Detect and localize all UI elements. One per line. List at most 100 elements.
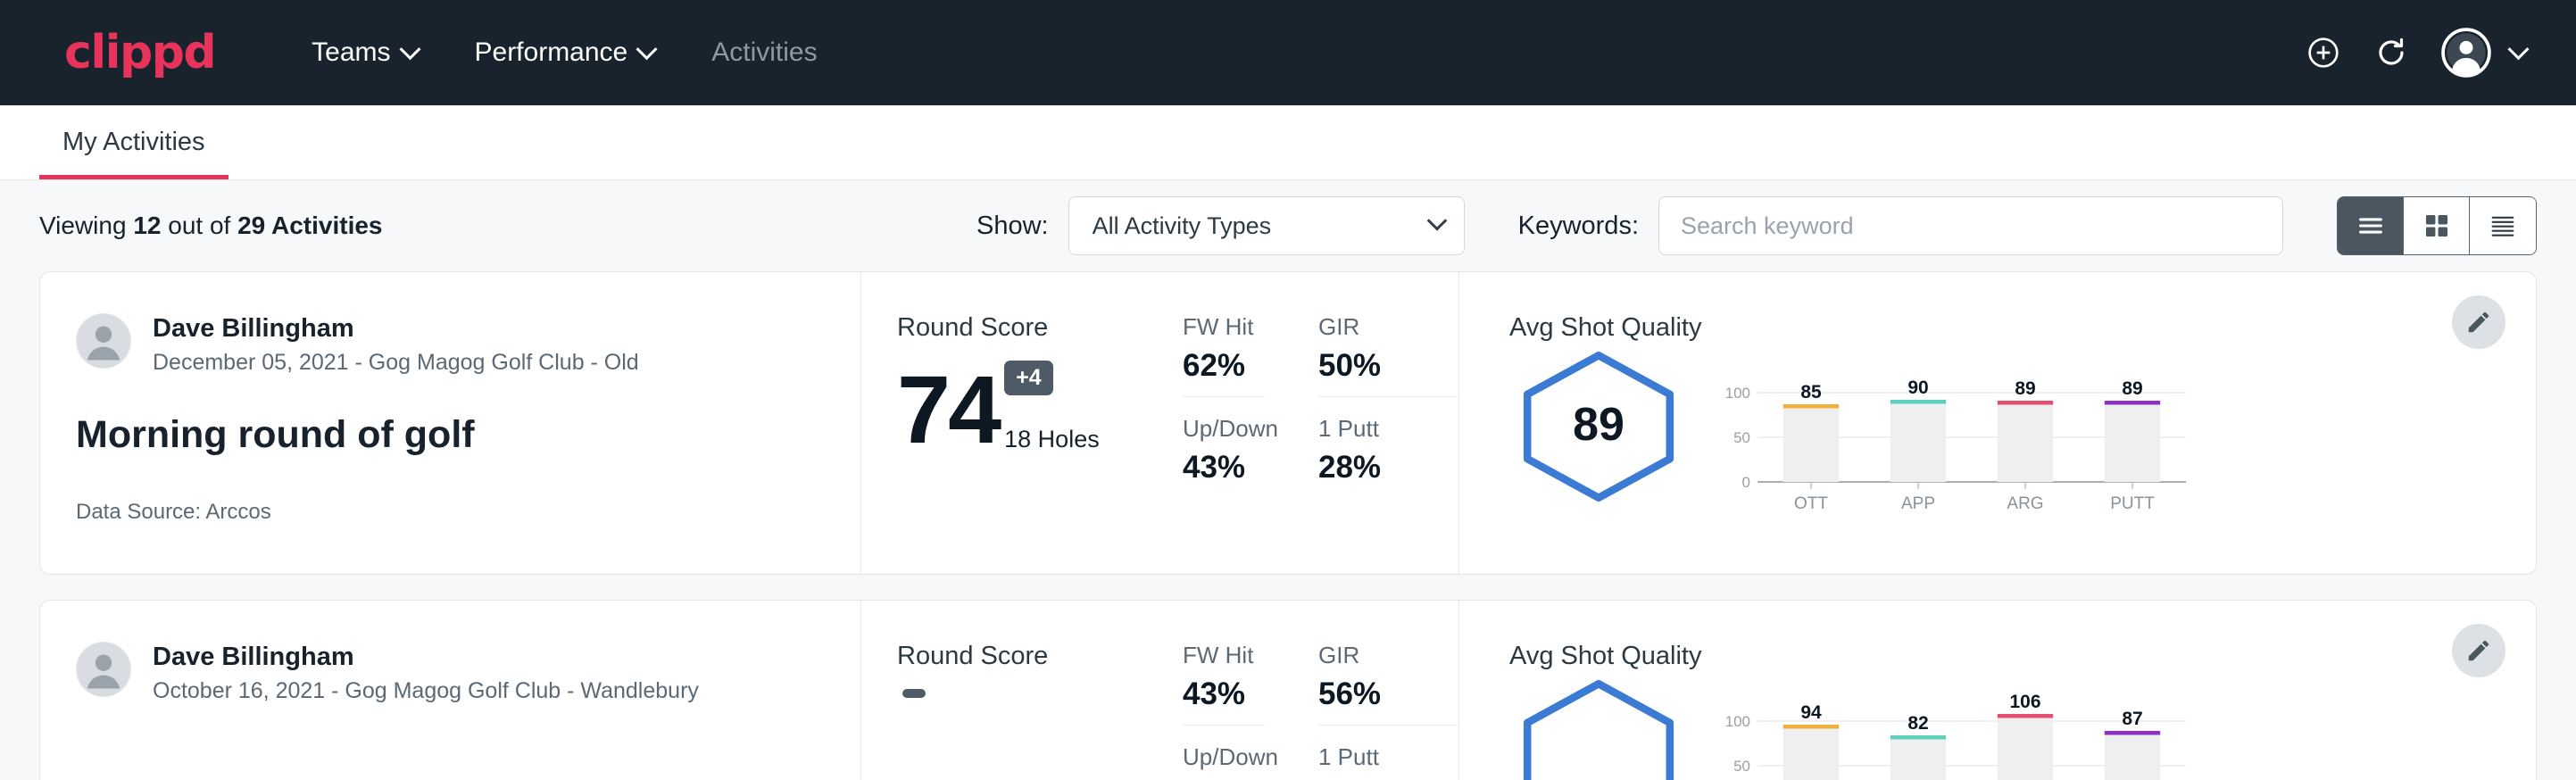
viewing-mid: out of [161, 212, 237, 239]
keywords-label: Keywords: [1518, 212, 1639, 241]
view-mode-toggle [2337, 196, 2537, 255]
edit-activity-button[interactable] [2452, 624, 2505, 677]
activity-user-name: Dave Billingham [153, 642, 699, 672]
avatar [76, 313, 131, 369]
hexagon-icon [1514, 676, 1683, 780]
tab-my-activities[interactable]: My Activities [39, 128, 229, 179]
activity-card[interactable]: Dave Billingham December 05, 2021 - Gog … [39, 271, 2537, 575]
activity-data-source: Data Source: Arccos [76, 500, 825, 525]
compact-list-icon [2488, 211, 2518, 241]
round-score-panel: Round Score [861, 601, 1174, 780]
chevron-down-icon [1426, 211, 1447, 231]
viewing-count-text: Viewing 12 out of 29 Activities [39, 212, 383, 240]
stat-value: 62% [1183, 348, 1265, 384]
activity-stats: FW Hit 62% GIR 50% Up/Down 43% 1 Putt 28… [1174, 272, 1459, 574]
stat-value: 43% [1183, 450, 1265, 485]
svg-text:0: 0 [1742, 474, 1750, 491]
app-logo[interactable]: clippd [64, 26, 215, 79]
stat-fw-hit: FW Hit 43% [1183, 642, 1265, 726]
svg-text:90: 90 [1907, 378, 1928, 398]
activity-type-value: All Activity Types [1093, 212, 1430, 240]
nav-item-activities[interactable]: Activities [683, 29, 845, 77]
activity-user: Dave Billingham October 16, 2021 - Gog M… [76, 642, 825, 704]
chevron-down-icon [2507, 38, 2529, 60]
stat-value: 43% [1183, 676, 1265, 712]
svg-text:82: 82 [1907, 713, 1928, 734]
edit-activity-button[interactable] [2452, 295, 2505, 349]
round-score-label: Round Score [897, 642, 1174, 671]
nav-item-performance[interactable]: Performance [446, 29, 684, 77]
holes-played: 18 Holes [1004, 426, 1100, 453]
svg-text:100: 100 [1725, 385, 1750, 402]
shot-quality-bar-chart: 05010094OTT82APP106ARG87PUTT [1711, 676, 2193, 780]
tab-strip: My Activities [0, 105, 2576, 180]
chevron-down-icon [399, 38, 420, 60]
activity-summary: Dave Billingham December 05, 2021 - Gog … [40, 272, 861, 574]
shot-quality-hexagon: 89 [1509, 348, 1688, 505]
activity-user-name: Dave Billingham [153, 313, 639, 344]
chevron-down-icon [636, 38, 658, 60]
nav-item-label: Performance [475, 37, 628, 68]
svg-text:85: 85 [1800, 382, 1822, 402]
show-label: Show: [976, 212, 1049, 241]
add-activity-button[interactable] [2306, 35, 2341, 71]
score-to-par-badge [902, 689, 926, 698]
search-input[interactable] [1658, 196, 2283, 255]
svg-text:ARG: ARG [2007, 494, 2043, 513]
viewing-count: 12 [133, 212, 161, 239]
keywords-group: Keywords: [1518, 196, 2283, 255]
activity-summary: Dave Billingham October 16, 2021 - Gog M… [40, 601, 861, 780]
avatar [76, 642, 131, 697]
svg-text:50: 50 [1733, 758, 1750, 775]
stat-value: 56% [1318, 676, 1458, 712]
refresh-button[interactable] [2373, 35, 2409, 71]
viewing-prefix: Viewing [39, 212, 133, 239]
nav-item-label: Teams [312, 37, 390, 68]
header-actions [2306, 28, 2526, 78]
user-menu[interactable] [2441, 28, 2526, 78]
svg-text:APP: APP [1901, 494, 1935, 513]
app-header: clippd Teams Performance Activities [0, 0, 2576, 105]
grid-view-button[interactable] [2404, 197, 2470, 254]
avg-shot-quality-value: 89 [1509, 398, 1688, 452]
activity-meta: December 05, 2021 - Gog Magog Golf Club … [153, 350, 639, 376]
stat-label: Up/Down [1183, 743, 1265, 771]
stat-up-down: Up/Down [1183, 743, 1265, 780]
activity-type-select[interactable]: All Activity Types [1068, 196, 1465, 255]
user-avatar-icon [77, 313, 130, 368]
svg-text:89: 89 [2015, 378, 2035, 399]
svg-text:106: 106 [2009, 692, 2040, 712]
round-score-panel: Round Score 74 +4 18 Holes [861, 272, 1174, 574]
nav-item-teams[interactable]: Teams [283, 29, 445, 77]
stat-label: FW Hit [1183, 642, 1265, 669]
pencil-icon [2465, 309, 2492, 336]
svg-text:89: 89 [2122, 378, 2142, 399]
stat-value: 28% [1318, 450, 1458, 485]
avg-shot-quality-label: Avg Shot Quality [1509, 642, 2500, 671]
activity-card[interactable]: Dave Billingham October 16, 2021 - Gog M… [39, 600, 2537, 780]
stat-gir: GIR 50% [1318, 313, 1458, 397]
stat-value: 50% [1318, 348, 1458, 384]
pencil-icon [2465, 637, 2492, 664]
svg-text:OTT: OTT [1794, 494, 1828, 513]
stat-label: GIR [1318, 642, 1458, 669]
activity-meta: October 16, 2021 - Gog Magog Golf Club -… [153, 678, 699, 704]
tab-label: My Activities [62, 128, 205, 156]
list-icon [2356, 211, 2386, 241]
filter-controls: Show: All Activity Types Keywords: [976, 196, 2537, 255]
stat-up-down: Up/Down 43% [1183, 415, 1265, 498]
page-body: Viewing 12 out of 29 Activities Show: Al… [0, 180, 2576, 780]
avatar [2441, 28, 2491, 78]
shot-quality-bar-chart: 05010085OTT90APP89ARG89PUTT [1711, 348, 2193, 522]
stat-label: FW Hit [1183, 313, 1265, 341]
compact-view-button[interactable] [2470, 197, 2536, 254]
stat-label: Up/Down [1183, 415, 1265, 443]
avg-shot-quality-panel: Avg Shot Quality 89 05010085OTT90APP89AR… [1459, 272, 2536, 574]
stat-one-putt: 1 Putt [1318, 743, 1458, 780]
grid-icon [2422, 211, 2452, 241]
stat-fw-hit: FW Hit 62% [1183, 313, 1265, 397]
round-score-value: 74 [897, 365, 999, 453]
activity-stats: FW Hit 43% GIR 56% Up/Down 1 Putt [1174, 601, 1459, 780]
svg-text:100: 100 [1725, 713, 1750, 730]
list-view-button[interactable] [2338, 197, 2404, 254]
